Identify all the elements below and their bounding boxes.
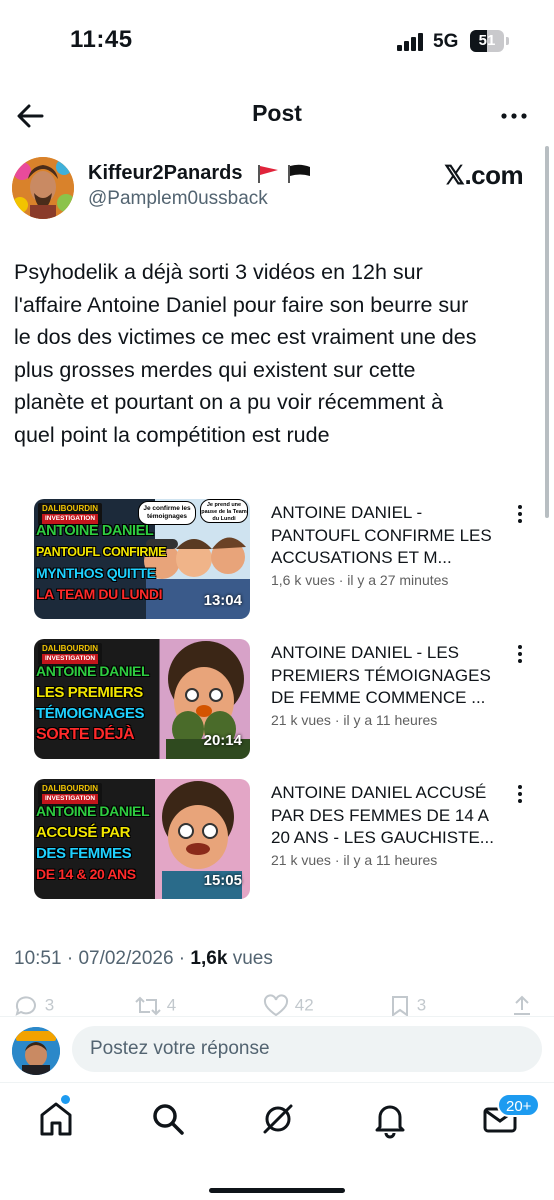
home-indicator [209, 1188, 345, 1193]
battery-icon: 51 [470, 30, 510, 52]
kebab-menu-icon[interactable] [510, 783, 530, 807]
video-card[interactable]: DALIBOURDIN INVESTIGATION ANTOINE DANIEL … [34, 779, 534, 899]
battery-level: 51 [478, 32, 496, 49]
status-bar: 11:45 5G 51 [0, 0, 554, 80]
user-avatar[interactable] [12, 1027, 60, 1075]
views-count[interactable]: 1,6k [190, 948, 227, 969]
post-timestamp: 10:51 · 07/02/2026 · 1,6k vues [14, 948, 273, 969]
comment-icon [15, 996, 36, 1016]
kebab-menu-icon[interactable] [510, 643, 530, 667]
tweet-text: Psyhodelik a déjà sorti 3 vidéos en 12h … [14, 260, 477, 447]
post-header: Post [0, 88, 554, 144]
search-icon [153, 1104, 184, 1135]
video-meta: 21 k vues · il y a 11 heures [271, 712, 438, 728]
video-thumbnail[interactable]: DALIBOURDIN INVESTIGATION ANTOINE DANIEL … [34, 639, 250, 759]
source-badge: 𝕏.com [444, 160, 524, 190]
video-thumbnail[interactable]: DALIBOURDIN INVESTIGATION ANTOINE DANIEL … [34, 779, 250, 899]
video-duration: 20:14 [203, 732, 242, 749]
video-meta: 1,6 k vues · il y a 27 minutes [271, 572, 449, 588]
bell-icon [375, 1105, 405, 1139]
video-duration: 13:04 [203, 592, 242, 609]
scrollbar[interactable] [545, 146, 549, 518]
reply-button[interactable]: 3 [14, 994, 54, 1018]
speech-bubble: Je prend une pause de la Team du Lundi [200, 499, 248, 523]
author-name[interactable]: Kiffeur2Panards [88, 162, 243, 185]
black-flag-icon [288, 164, 310, 183]
video-card[interactable]: DALIBOURDIN INVESTIGATION Je confirme les… [34, 499, 534, 619]
more-options-button[interactable] [496, 98, 532, 134]
messages-badge: 20+ [497, 1093, 541, 1117]
flag-emojis [256, 164, 316, 184]
tab-bar: 20+ [0, 1082, 554, 1200]
more-horizontal-icon [501, 113, 527, 119]
thumbnail-title: ANTOINE DANIEL ACCUSÉ PAR DES FEMMES DE … [36, 803, 150, 882]
author-handle[interactable]: @Pamplem0ussback [88, 188, 268, 210]
signal-icon [397, 33, 427, 51]
red-flag-icon [258, 165, 278, 183]
video-duration: 15:05 [203, 872, 242, 889]
like-button[interactable]: 42 [262, 994, 314, 1018]
home-icon [40, 1102, 72, 1136]
thumbnail-title: ANTOINE DANIEL LES PREMIERS TÉMOIGNAGES … [36, 663, 150, 743]
bookmark-icon [392, 996, 408, 1017]
heart-icon [263, 994, 289, 1017]
repost-icon [135, 996, 161, 1016]
repost-button[interactable]: 4 [134, 994, 176, 1018]
kebab-menu-icon[interactable] [510, 503, 530, 527]
video-meta: 21 k vues · il y a 11 heures [271, 852, 438, 868]
reply-bar [0, 1016, 554, 1082]
author-avatar[interactable] [12, 157, 74, 219]
video-title[interactable]: ANTOINE DANIEL ACCUSÉ PAR DES FEMMES DE … [271, 782, 503, 850]
video-title[interactable]: ANTOINE DANIEL - LES PREMIERS TÉMOIGNAGE… [271, 642, 503, 710]
video-card[interactable]: DALIBOURDIN INVESTIGATION ANTOINE DANIEL … [34, 639, 534, 759]
home-notification-dot [61, 1095, 70, 1104]
grok-icon [263, 1104, 293, 1134]
network-type: 5G [433, 31, 459, 52]
tab-home[interactable] [36, 1099, 76, 1139]
tab-grok[interactable] [258, 1099, 298, 1139]
bookmark-button[interactable]: 3 [388, 994, 426, 1018]
thumbnail-title: ANTOINE DANIEL PANTOUFL CONFIRME MYNTHOS… [36, 523, 167, 602]
video-title[interactable]: ANTOINE DANIEL - PANTOUFL CONFIRME LES A… [271, 502, 503, 570]
status-time: 11:45 [70, 26, 133, 53]
tab-notifications[interactable] [370, 1099, 410, 1139]
tab-search[interactable] [148, 1099, 188, 1139]
reply-input[interactable] [72, 1026, 542, 1072]
share-icon [514, 995, 530, 1015]
page-title: Post [252, 100, 302, 126]
video-thumbnail[interactable]: DALIBOURDIN INVESTIGATION Je confirme les… [34, 499, 250, 619]
